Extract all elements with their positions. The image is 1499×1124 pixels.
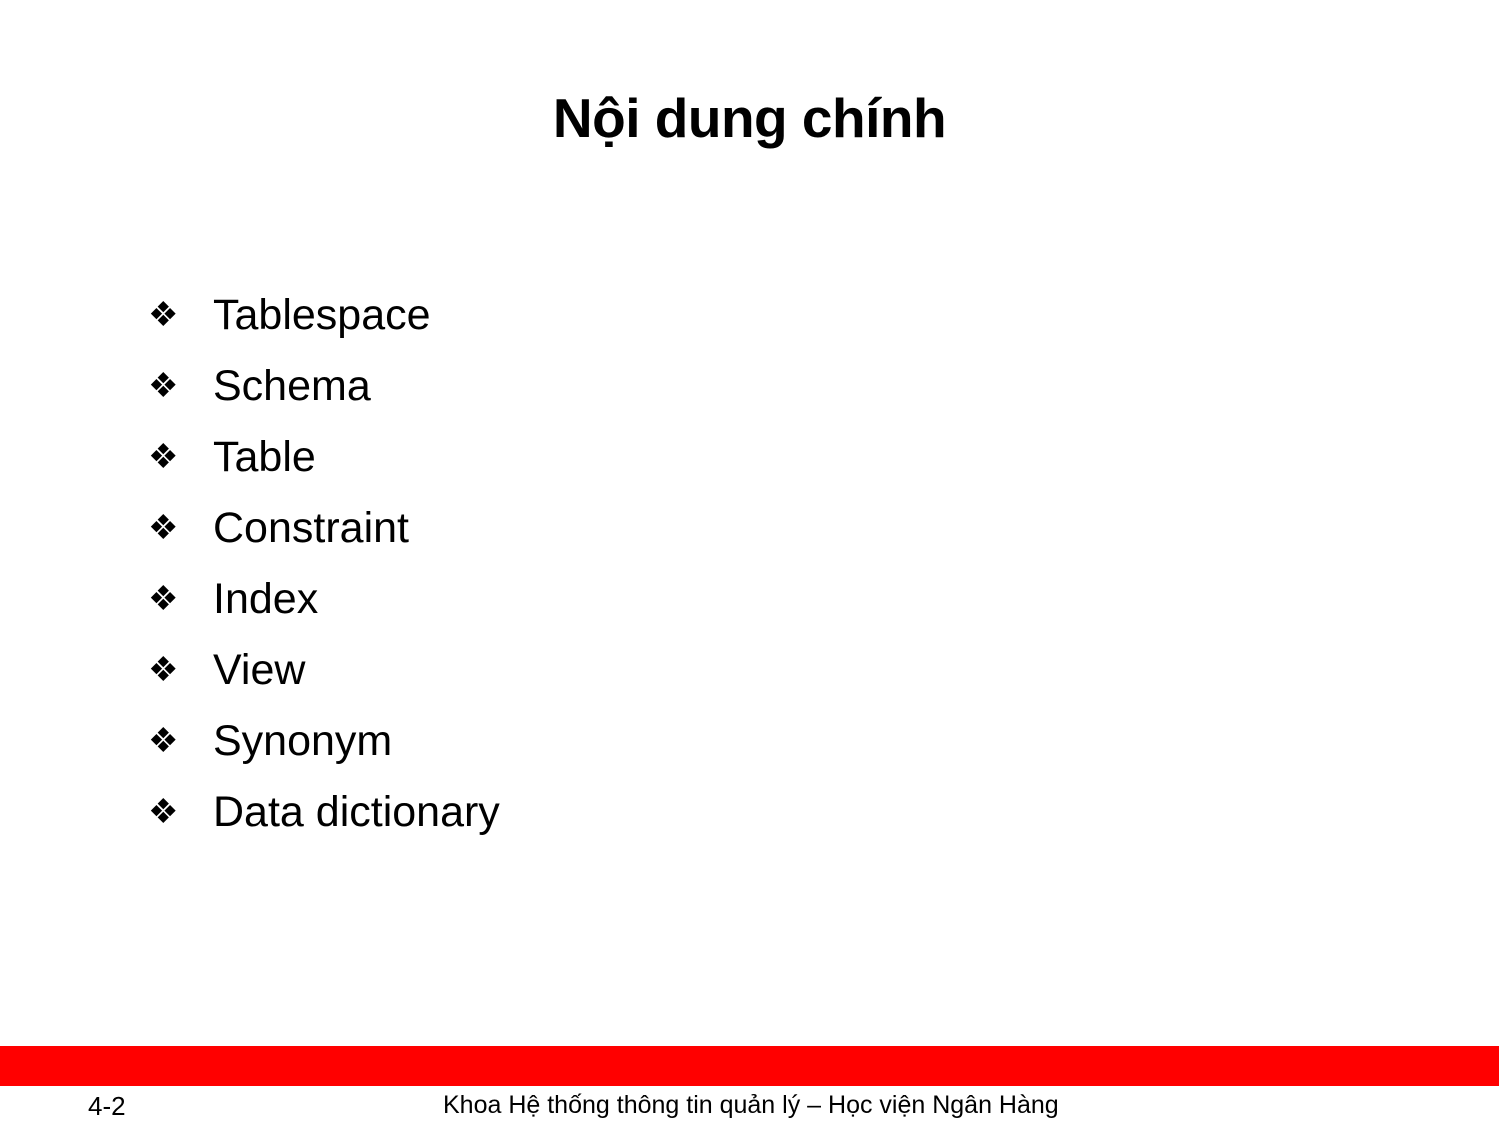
list-item: ❖ Constraint [148,493,1248,564]
list-item-label: Data dictionary [213,788,500,836]
footer-credit: Khoa Hệ thống thông tin quản lý – Học vi… [443,1091,1059,1119]
list-item-label: Synonym [213,717,393,765]
list-item-label: Table [213,433,316,481]
diamond-cluster-bullet-icon: ❖ [148,580,179,618]
list-item: ❖ Synonym [148,706,1248,777]
diamond-cluster-bullet-icon: ❖ [148,509,179,547]
list-item: ❖ Schema [148,351,1248,422]
diamond-cluster-bullet-icon: ❖ [148,296,179,334]
diamond-cluster-bullet-icon: ❖ [148,793,179,831]
list-item: ❖ Table [148,422,1248,493]
diamond-cluster-bullet-icon: ❖ [148,722,179,760]
diamond-cluster-bullet-icon: ❖ [148,438,179,476]
footer-red-band: ORACLE ® [0,1046,1499,1086]
slide-canvas: Nội dung chính ❖ Tablespace ❖ Schema ❖ T… [0,0,1499,1124]
page-number: 4-2 [88,1091,126,1121]
list-item: ❖ Tablespace [148,280,1248,351]
list-item: ❖ Index [148,564,1248,635]
list-item: ❖ View [148,635,1248,706]
list-item-label: Schema [213,362,371,410]
bullet-list: ❖ Tablespace ❖ Schema ❖ Table ❖ Constrai… [148,280,1248,848]
list-item-label: Tablespace [213,291,431,339]
slide-title: Nội dung chính [552,87,947,149]
diamond-cluster-bullet-icon: ❖ [148,651,179,689]
list-item-label: Index [213,575,319,623]
list-item: ❖ Data dictionary [148,777,1248,848]
list-item-label: Constraint [213,504,409,552]
list-item-label: View [213,646,306,694]
diamond-cluster-bullet-icon: ❖ [148,367,179,405]
